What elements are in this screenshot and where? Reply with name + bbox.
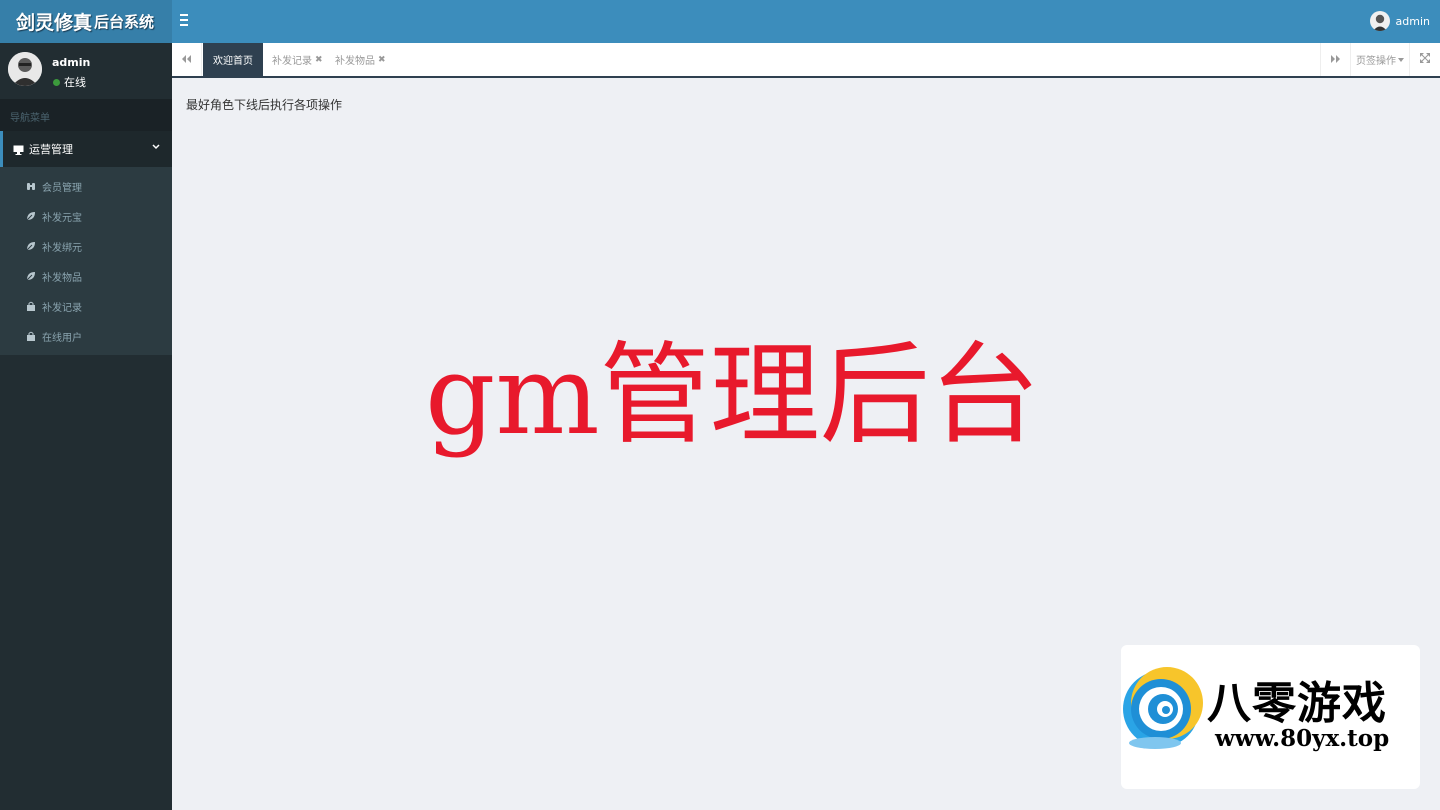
- user-status: 在线: [53, 74, 86, 90]
- menu-group-label: 运营管理: [29, 143, 73, 156]
- sidebar-item-items[interactable]: 补发物品: [0, 261, 172, 291]
- binoculars-icon: [26, 181, 36, 191]
- leaf-icon: [26, 241, 36, 251]
- close-tab-icon[interactable]: ✖: [378, 55, 386, 65]
- caret-down-icon: [1398, 54, 1404, 65]
- sidebar-item-label: 补发元宝: [42, 212, 82, 224]
- sidebar-item-label: 会员管理: [42, 182, 82, 194]
- logo-main-text: 剑灵修真: [16, 12, 93, 34]
- page-ops-dropdown[interactable]: 页签操作: [1350, 43, 1410, 76]
- sidebar-item-online-users[interactable]: 在线用户: [0, 321, 172, 351]
- top-user-name: admin: [1395, 14, 1430, 28]
- bag-icon: [26, 301, 36, 311]
- notice-text: 最好角色下线后执行各项操作: [186, 98, 343, 112]
- sidebar: admin 在线 导航菜单 运营管理 会员管理 补发元宝 补发绑元 补发物品 补…: [0, 43, 172, 810]
- monitor-icon: [13, 145, 24, 155]
- tab-label: 补发物品: [335, 56, 375, 67]
- sidebar-item-label: 补发物品: [42, 272, 82, 284]
- sidebar-item-members[interactable]: 会员管理: [0, 171, 172, 201]
- logo-sub-text: 后台系统: [94, 13, 155, 31]
- user-panel: admin 在线: [0, 43, 172, 99]
- sidebar-item-label: 在线用户: [42, 332, 82, 344]
- leaf-icon: [26, 271, 36, 281]
- sidebar-item-records[interactable]: 补发记录: [0, 291, 172, 321]
- leaf-icon: [26, 211, 36, 221]
- submenu: 会员管理 补发元宝 补发绑元 补发物品 补发记录 在线用户: [0, 167, 172, 355]
- sidebar-item-bound-ingot[interactable]: 补发绑元: [0, 231, 172, 261]
- tab-bar: 欢迎首页 补发记录 ✖ 补发物品 ✖ 页签操作: [172, 43, 1440, 78]
- user-avatar-small: [1369, 11, 1390, 31]
- brand-url: www.80yx.top: [1215, 725, 1390, 752]
- sidebar-item-label: 补发记录: [42, 302, 82, 314]
- user-avatar: [8, 52, 42, 86]
- user-status-text: 在线: [64, 76, 86, 89]
- brand-name: 八零游戏: [1207, 678, 1387, 729]
- app-logo[interactable]: 剑灵修真 后台系统: [0, 0, 172, 43]
- double-chevron-right-icon: [1331, 53, 1340, 66]
- sidebar-item-label: 补发绑元: [42, 242, 82, 254]
- tab-scroll-left-button[interactable]: [172, 43, 202, 76]
- user-name: admin: [52, 56, 91, 69]
- sidebar-item-ingot[interactable]: 补发元宝: [0, 201, 172, 231]
- menu-group-operations[interactable]: 运营管理: [0, 131, 172, 167]
- sidebar-toggle-menu-icon[interactable]: [180, 11, 196, 31]
- bag-icon: [26, 331, 36, 341]
- online-dot-icon: [53, 78, 60, 86]
- top-navbar: admin: [172, 0, 1440, 43]
- page-ops-label: 页签操作: [1356, 56, 1396, 67]
- double-chevron-left-icon: [182, 53, 191, 66]
- tab-records[interactable]: 补发记录 ✖: [262, 43, 333, 76]
- top-user-menu[interactable]: admin: [1369, 11, 1430, 31]
- tab-scroll-right-button[interactable]: [1320, 43, 1350, 76]
- big-title: gm管理后台: [425, 331, 1040, 459]
- tab-label: 补发记录: [272, 56, 312, 67]
- fullscreen-button[interactable]: [1410, 43, 1440, 76]
- nav-header: 导航菜单: [0, 99, 172, 131]
- brand-watermark: 八零游戏 www.80yx.top: [1121, 645, 1420, 789]
- brand-logo-icon: [1123, 667, 1203, 749]
- tab-items[interactable]: 补发物品 ✖: [325, 43, 396, 76]
- tab-welcome[interactable]: 欢迎首页: [203, 43, 263, 76]
- chevron-down-icon: [152, 142, 160, 153]
- close-tab-icon[interactable]: ✖: [315, 55, 323, 65]
- expand-icon: [1420, 53, 1430, 66]
- tab-label: 欢迎首页: [213, 56, 253, 67]
